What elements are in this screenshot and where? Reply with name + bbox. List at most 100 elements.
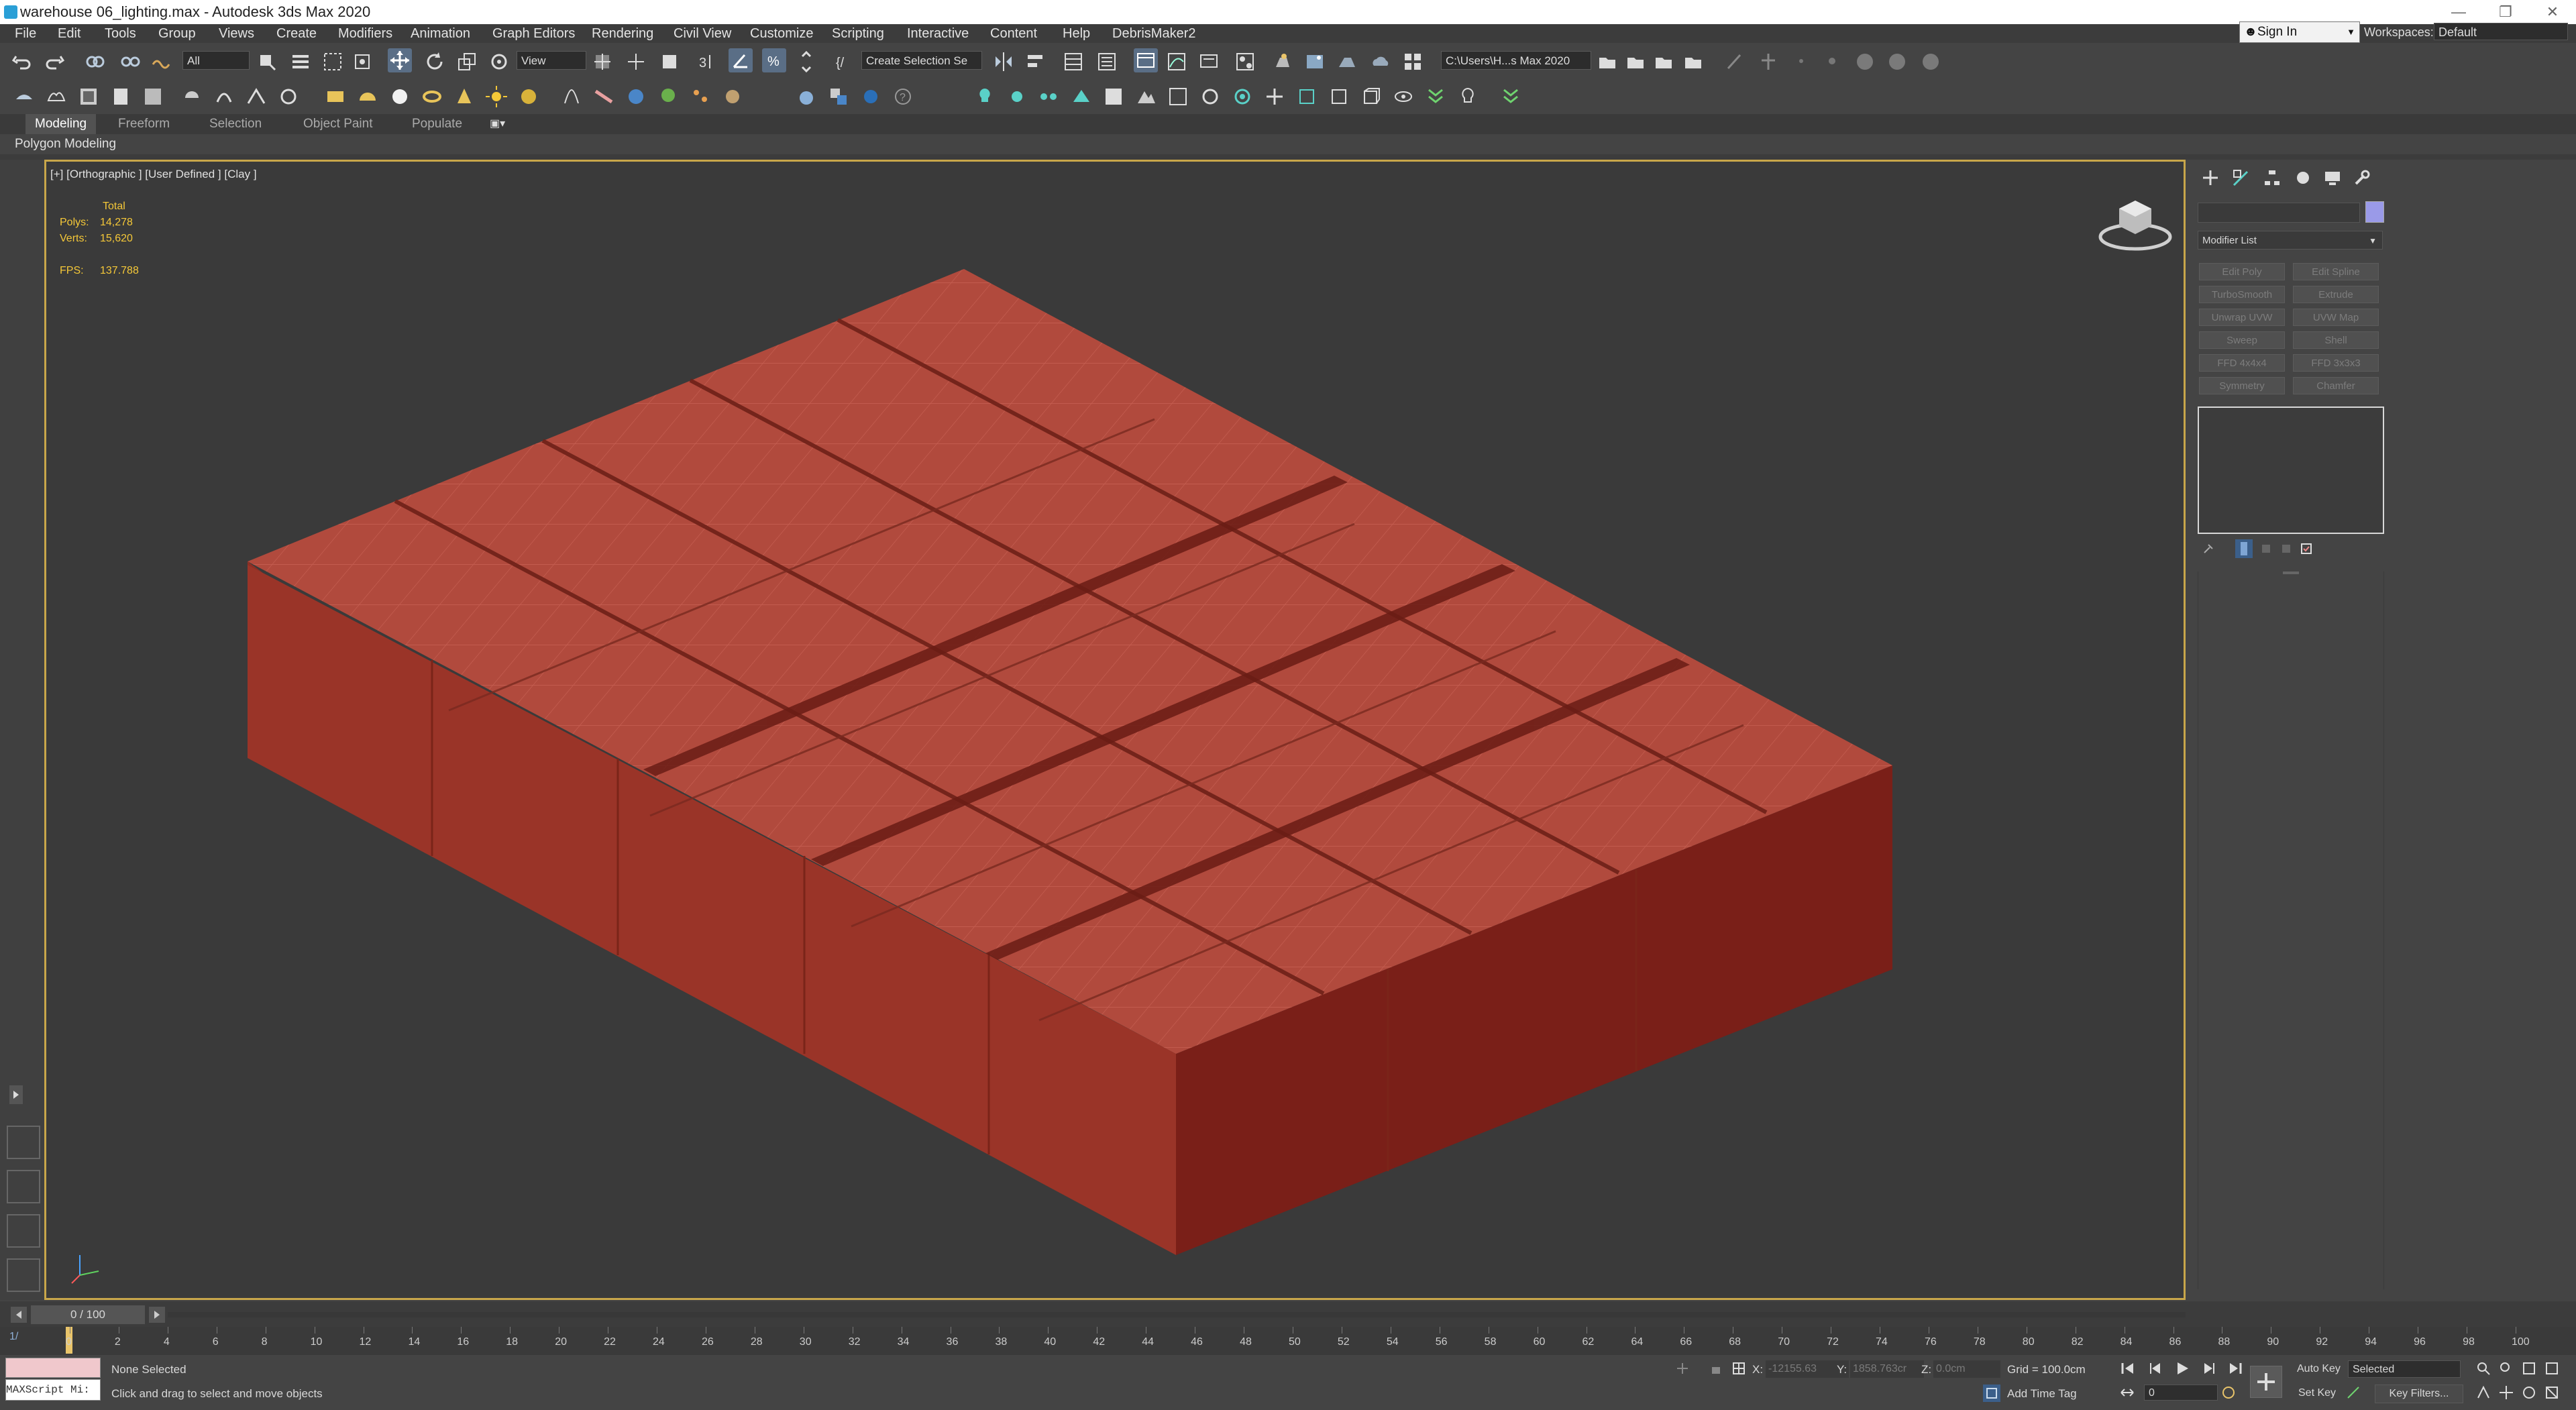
set-key-button[interactable]: Set Key <box>2298 1387 2336 1399</box>
maximize-viewport-icon[interactable] <box>2544 1385 2560 1401</box>
unlink-icon[interactable] <box>118 50 142 74</box>
maxscript-mini-listener[interactable]: MAXScript Mi: <box>5 1379 101 1401</box>
gold-sphere-icon[interactable] <box>517 85 541 109</box>
cloth-icon[interactable] <box>592 85 616 109</box>
time-slider-track[interactable] <box>168 1312 2186 1317</box>
box-helper-icon[interactable] <box>1295 85 1319 109</box>
material-editor-icon[interactable] <box>1233 50 1257 74</box>
layout-three-icon[interactable] <box>7 1170 40 1203</box>
tool-c-icon[interactable] <box>76 85 101 109</box>
open-folder-icon[interactable] <box>1623 50 1648 74</box>
curve-editor-icon[interactable] <box>1165 50 1189 74</box>
menu-help[interactable]: Help <box>1063 26 1090 42</box>
tool-f-icon[interactable] <box>180 85 204 109</box>
group-icon[interactable] <box>826 85 851 109</box>
key-tangent-icon[interactable] <box>2345 1385 2361 1401</box>
go-to-start-icon[interactable] <box>2118 1360 2139 1376</box>
window-crossing-icon[interactable] <box>350 50 374 74</box>
selection-set-key-dropdown[interactable]: Selected <box>2348 1360 2461 1378</box>
globe-icon[interactable] <box>624 85 648 109</box>
modifier-button-edit-poly[interactable]: Edit Poly <box>2199 263 2285 280</box>
play-icon[interactable] <box>2172 1360 2192 1376</box>
make-unique-icon[interactable] <box>2259 542 2273 555</box>
ribbon-tab-freeform[interactable]: Freeform <box>118 117 170 131</box>
menu-civil-view[interactable]: Civil View <box>674 26 731 42</box>
tool-g-icon[interactable] <box>212 85 236 109</box>
tool-h-icon[interactable] <box>244 85 268 109</box>
menu-graph-editors[interactable]: Graph Editors <box>492 26 575 42</box>
keyboard-shortcut-override-icon[interactable] <box>657 50 682 74</box>
menu-animation[interactable]: Animation <box>411 26 470 42</box>
cloth-sim-icon[interactable] <box>720 85 745 109</box>
text-tool-icon[interactable] <box>1102 85 1126 109</box>
align-icon[interactable] <box>1024 50 1048 74</box>
ribbon-options-icon[interactable]: ▣▾ <box>490 117 505 130</box>
select-manipulate-icon[interactable] <box>624 50 648 74</box>
sun-icon[interactable] <box>484 85 508 109</box>
snaps-toggle-icon[interactable]: 3 <box>695 50 719 74</box>
configure-modifier-sets-icon[interactable] <box>2300 542 2313 555</box>
hierarchy-tab-icon[interactable] <box>2262 168 2282 188</box>
modifier-button-unwrap-uvw[interactable]: Unwrap UVW <box>2199 309 2285 326</box>
rectangular-selection-icon[interactable] <box>321 50 345 74</box>
next-frame-icon[interactable] <box>149 1307 165 1323</box>
modifier-button-turbosmooth[interactable]: TurboSmooth <box>2199 286 2285 303</box>
rollout-grip[interactable] <box>2283 572 2299 574</box>
sphere-gray-2-icon[interactable] <box>1885 50 1909 74</box>
menu-views[interactable]: Views <box>219 26 254 42</box>
pin-icon[interactable] <box>1756 50 1780 74</box>
select-rotate-icon[interactable] <box>423 50 447 74</box>
selection-set-dropdown[interactable]: Create Selection Se <box>861 51 982 70</box>
ribbon-tab-object-paint[interactable]: Object Paint <box>303 117 373 131</box>
particle-icon[interactable] <box>688 85 712 109</box>
schematic-view-icon[interactable] <box>1197 50 1221 74</box>
toggle-ribbon-icon[interactable] <box>1134 48 1158 72</box>
project-path-dropdown[interactable]: C:\Users\H...s Max 2020 <box>1441 51 1591 70</box>
text-block-icon[interactable] <box>1166 85 1190 109</box>
expand-layout-icon[interactable] <box>9 1085 23 1104</box>
select-scale-icon[interactable] <box>455 50 479 74</box>
modifier-button-ffd-4x4x4[interactable]: FFD 4x4x4 <box>2199 354 2285 372</box>
modifier-stack-list[interactable] <box>2198 406 2384 534</box>
pan-view-icon[interactable] <box>2498 1385 2514 1401</box>
layout-split-icon[interactable] <box>7 1258 40 1292</box>
render-setup-icon[interactable] <box>1271 50 1295 74</box>
help-icon[interactable]: ? <box>891 85 915 109</box>
isolate-selection-icon[interactable] <box>1674 1360 1690 1376</box>
modifier-button-shell[interactable]: Shell <box>2293 331 2379 349</box>
a360-gallery-icon[interactable] <box>1401 50 1425 74</box>
tool-a-icon[interactable] <box>12 85 36 109</box>
warehouse-model[interactable] <box>46 162 2186 1300</box>
cube-outline-icon[interactable] <box>1359 85 1383 109</box>
modifier-button-symmetry[interactable]: Symmetry <box>2199 377 2285 394</box>
toggle-scene-explorer-icon[interactable] <box>1061 50 1085 74</box>
tool-d-icon[interactable] <box>109 85 133 109</box>
frame-icon[interactable] <box>1327 85 1351 109</box>
modifier-button-sweep[interactable]: Sweep <box>2199 331 2285 349</box>
sphere-icon[interactable] <box>388 85 412 109</box>
brush-icon[interactable] <box>1723 50 1747 74</box>
close-button[interactable]: ✕ <box>2529 0 2576 24</box>
select-place-icon[interactable] <box>487 50 511 74</box>
key-filters-button[interactable]: Key Filters... <box>2375 1385 2463 1403</box>
menu-scripting[interactable]: Scripting <box>832 26 884 42</box>
menu-tools[interactable]: Tools <box>105 26 136 42</box>
render-blue-icon[interactable] <box>859 85 883 109</box>
menu-create[interactable]: Create <box>276 26 317 42</box>
rotate-cw-icon[interactable] <box>1198 85 1222 109</box>
ribbon-tab-modeling[interactable]: Modeling <box>25 114 97 134</box>
set-key-big-icon[interactable] <box>2250 1366 2282 1398</box>
foliage-icon[interactable] <box>656 85 680 109</box>
sphere-gray-icon[interactable] <box>1853 50 1877 74</box>
mirror-icon[interactable] <box>991 50 1016 74</box>
remove-modifier-icon[interactable] <box>2279 542 2293 555</box>
next-key-icon[interactable] <box>2199 1360 2219 1376</box>
half-sphere-icon[interactable] <box>356 85 380 109</box>
menu-customize[interactable]: Customize <box>750 26 813 42</box>
menu-debrismaker2[interactable]: DebrisMaker2 <box>1112 26 1195 42</box>
track-bar[interactable]: 1/ 0 2 4 6 8 10 12 14 16 18 20 22 24 26 28 30 32 34 36 38 40… <box>0 1327 2576 1355</box>
undo-icon[interactable] <box>9 50 34 74</box>
modifier-button-ffd-3x3x3[interactable]: FFD 3x3x3 <box>2293 354 2379 372</box>
tool-i-icon[interactable] <box>276 85 301 109</box>
menu-interactive[interactable]: Interactive <box>907 26 969 42</box>
